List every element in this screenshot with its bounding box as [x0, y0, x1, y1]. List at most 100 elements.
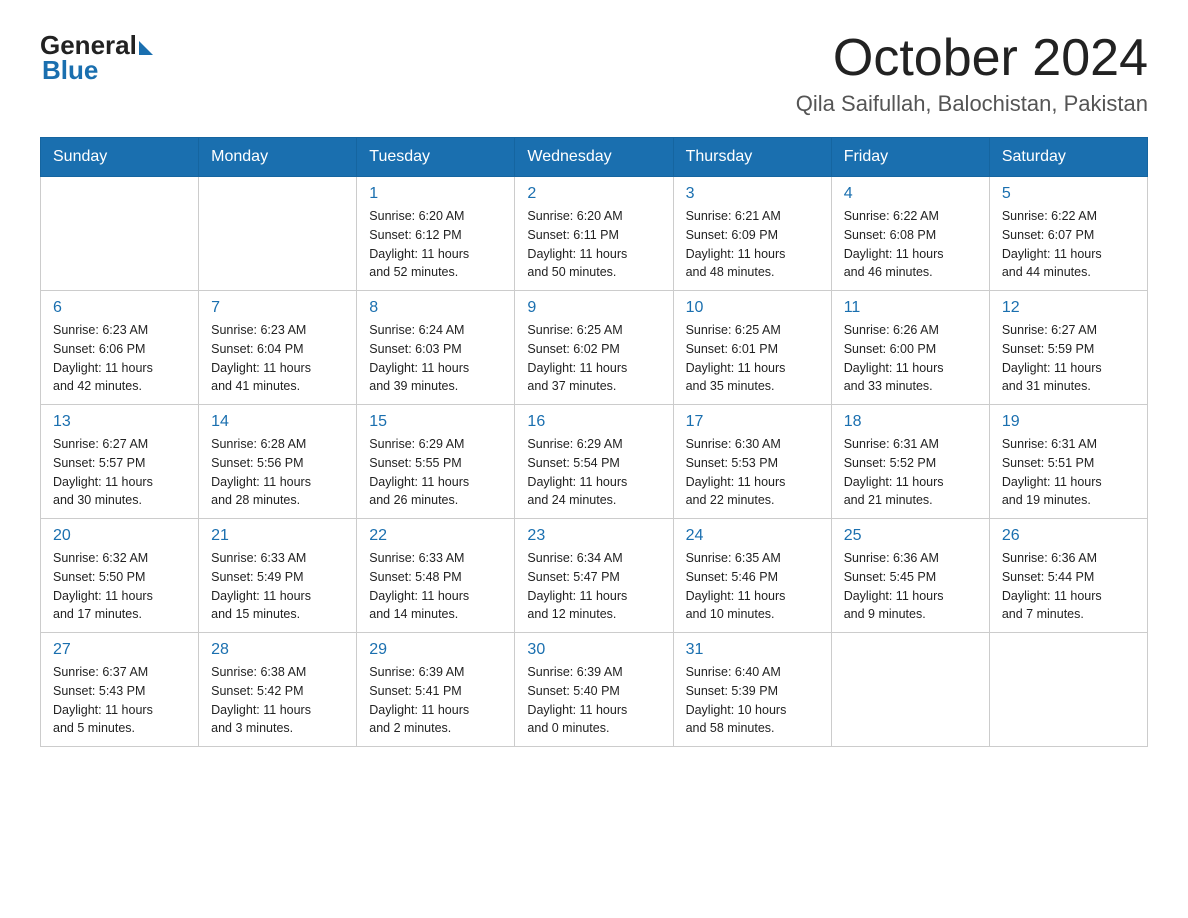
calendar-cell: 7 Sunrise: 6:23 AMSunset: 6:04 PMDaylight… [199, 291, 357, 405]
day-number: 21 [211, 527, 344, 545]
weekday-header-friday: Friday [831, 138, 989, 177]
calendar-cell: 17Sunrise: 6:30 AMSunset: 5:53 PMDayligh… [673, 405, 831, 519]
weekday-header-monday: Monday [199, 138, 357, 177]
day-info: Sunrise: 6:22 AMSunset: 6:08 PMDaylight:… [844, 207, 977, 282]
calendar-cell: 30 Sunrise: 6:39 AMSunset: 5:40 PMDayligh… [515, 633, 673, 747]
weekday-header-tuesday: Tuesday [357, 138, 515, 177]
month-title: October 2024 [796, 30, 1148, 87]
day-info: Sunrise: 6:33 AMSunset: 5:49 PMDaylight:… [211, 549, 344, 624]
calendar-cell [831, 633, 989, 747]
calendar-cell: 15 Sunrise: 6:29 AMSunset: 5:55 PMDayligh… [357, 405, 515, 519]
calendar-cell: 6 Sunrise: 6:23 AMSunset: 6:06 PMDaylight… [41, 291, 199, 405]
day-number: 30 [527, 641, 660, 659]
calendar-cell: 21 Sunrise: 6:33 AMSunset: 5:49 PMDayligh… [199, 519, 357, 633]
day-number: 28 [211, 641, 344, 659]
day-number: 22 [369, 527, 502, 545]
day-number: 15 [369, 413, 502, 431]
day-number: 1 [369, 185, 502, 203]
calendar-cell: 22Sunrise: 6:33 AMSunset: 5:48 PMDayligh… [357, 519, 515, 633]
calendar-cell: 9 Sunrise: 6:25 AMSunset: 6:02 PMDaylight… [515, 291, 673, 405]
calendar-week-2: 6 Sunrise: 6:23 AMSunset: 6:06 PMDaylight… [41, 291, 1148, 405]
day-number: 17 [686, 413, 819, 431]
day-info: Sunrise: 6:29 AMSunset: 5:54 PMDaylight:… [527, 435, 660, 510]
calendar-cell [199, 177, 357, 291]
weekday-header-row: SundayMondayTuesdayWednesdayThursdayFrid… [41, 138, 1148, 177]
day-number: 12 [1002, 299, 1135, 317]
calendar-cell: 20 Sunrise: 6:32 AMSunset: 5:50 PMDayligh… [41, 519, 199, 633]
day-number: 23 [527, 527, 660, 545]
day-info: Sunrise: 6:20 AMSunset: 6:11 PMDaylight:… [527, 207, 660, 282]
day-info: Sunrise: 6:34 AMSunset: 5:47 PMDaylight:… [527, 549, 660, 624]
day-info: Sunrise: 6:27 AMSunset: 5:57 PMDaylight:… [53, 435, 186, 510]
day-number: 27 [53, 641, 186, 659]
logo-triangle-icon [139, 41, 153, 55]
day-number: 20 [53, 527, 186, 545]
calendar-table: SundayMondayTuesdayWednesdayThursdayFrid… [40, 137, 1148, 747]
day-number: 24 [686, 527, 819, 545]
calendar-cell: 14 Sunrise: 6:28 AMSunset: 5:56 PMDayligh… [199, 405, 357, 519]
calendar-week-1: 1 Sunrise: 6:20 AMSunset: 6:12 PMDaylight… [41, 177, 1148, 291]
day-info: Sunrise: 6:28 AMSunset: 5:56 PMDaylight:… [211, 435, 344, 510]
day-number: 11 [844, 299, 977, 317]
calendar-cell [989, 633, 1147, 747]
logo-blue-text: Blue [42, 55, 98, 86]
day-number: 4 [844, 185, 977, 203]
location-title: Qila Saifullah, Balochistan, Pakistan [796, 91, 1148, 117]
day-info: Sunrise: 6:39 AMSunset: 5:41 PMDaylight:… [369, 663, 502, 738]
calendar-cell: 1 Sunrise: 6:20 AMSunset: 6:12 PMDaylight… [357, 177, 515, 291]
day-number: 3 [686, 185, 819, 203]
weekday-header-thursday: Thursday [673, 138, 831, 177]
calendar-cell: 29 Sunrise: 6:39 AMSunset: 5:41 PMDayligh… [357, 633, 515, 747]
day-info: Sunrise: 6:27 AMSunset: 5:59 PMDaylight:… [1002, 321, 1135, 396]
calendar-cell: 5Sunrise: 6:22 AMSunset: 6:07 PMDaylight… [989, 177, 1147, 291]
calendar-cell: 23 Sunrise: 6:34 AMSunset: 5:47 PMDayligh… [515, 519, 673, 633]
day-number: 6 [53, 299, 186, 317]
calendar-cell: 18Sunrise: 6:31 AMSunset: 5:52 PMDayligh… [831, 405, 989, 519]
calendar-cell [41, 177, 199, 291]
page-header: General Blue October 2024 Qila Saifullah… [40, 30, 1148, 117]
day-number: 10 [686, 299, 819, 317]
day-number: 26 [1002, 527, 1135, 545]
calendar-cell: 12 Sunrise: 6:27 AMSunset: 5:59 PMDayligh… [989, 291, 1147, 405]
day-info: Sunrise: 6:25 AMSunset: 6:02 PMDaylight:… [527, 321, 660, 396]
weekday-header-saturday: Saturday [989, 138, 1147, 177]
day-info: Sunrise: 6:35 AMSunset: 5:46 PMDaylight:… [686, 549, 819, 624]
calendar-week-5: 27 Sunrise: 6:37 AMSunset: 5:43 PMDayligh… [41, 633, 1148, 747]
calendar-cell: 27 Sunrise: 6:37 AMSunset: 5:43 PMDayligh… [41, 633, 199, 747]
day-info: Sunrise: 6:39 AMSunset: 5:40 PMDaylight:… [527, 663, 660, 738]
day-info: Sunrise: 6:29 AMSunset: 5:55 PMDaylight:… [369, 435, 502, 510]
day-info: Sunrise: 6:31 AMSunset: 5:52 PMDaylight:… [844, 435, 977, 510]
weekday-header-wednesday: Wednesday [515, 138, 673, 177]
calendar-cell: 10 Sunrise: 6:25 AMSunset: 6:01 PMDayligh… [673, 291, 831, 405]
day-info: Sunrise: 6:23 AMSunset: 6:06 PMDaylight:… [53, 321, 186, 396]
day-info: Sunrise: 6:38 AMSunset: 5:42 PMDaylight:… [211, 663, 344, 738]
day-number: 31 [686, 641, 819, 659]
day-info: Sunrise: 6:37 AMSunset: 5:43 PMDaylight:… [53, 663, 186, 738]
calendar-cell: 2Sunrise: 6:20 AMSunset: 6:11 PMDaylight… [515, 177, 673, 291]
day-info: Sunrise: 6:31 AMSunset: 5:51 PMDaylight:… [1002, 435, 1135, 510]
title-section: October 2024 Qila Saifullah, Balochistan… [796, 30, 1148, 117]
day-info: Sunrise: 6:21 AMSunset: 6:09 PMDaylight:… [686, 207, 819, 282]
calendar-week-3: 13Sunrise: 6:27 AMSunset: 5:57 PMDayligh… [41, 405, 1148, 519]
calendar-cell: 3 Sunrise: 6:21 AMSunset: 6:09 PMDaylight… [673, 177, 831, 291]
day-info: Sunrise: 6:36 AMSunset: 5:44 PMDaylight:… [1002, 549, 1135, 624]
calendar-cell: 16 Sunrise: 6:29 AMSunset: 5:54 PMDayligh… [515, 405, 673, 519]
calendar-cell: 25Sunrise: 6:36 AMSunset: 5:45 PMDayligh… [831, 519, 989, 633]
day-number: 29 [369, 641, 502, 659]
day-number: 19 [1002, 413, 1135, 431]
day-number: 14 [211, 413, 344, 431]
day-info: Sunrise: 6:25 AMSunset: 6:01 PMDaylight:… [686, 321, 819, 396]
day-info: Sunrise: 6:23 AMSunset: 6:04 PMDaylight:… [211, 321, 344, 396]
day-number: 16 [527, 413, 660, 431]
logo: General Blue [40, 30, 153, 86]
day-info: Sunrise: 6:36 AMSunset: 5:45 PMDaylight:… [844, 549, 977, 624]
day-number: 9 [527, 299, 660, 317]
day-info: Sunrise: 6:20 AMSunset: 6:12 PMDaylight:… [369, 207, 502, 282]
calendar-cell: 24 Sunrise: 6:35 AMSunset: 5:46 PMDayligh… [673, 519, 831, 633]
weekday-header-sunday: Sunday [41, 138, 199, 177]
calendar-cell: 11Sunrise: 6:26 AMSunset: 6:00 PMDayligh… [831, 291, 989, 405]
day-number: 7 [211, 299, 344, 317]
day-info: Sunrise: 6:32 AMSunset: 5:50 PMDaylight:… [53, 549, 186, 624]
calendar-cell: 4 Sunrise: 6:22 AMSunset: 6:08 PMDaylight… [831, 177, 989, 291]
calendar-cell: 28 Sunrise: 6:38 AMSunset: 5:42 PMDayligh… [199, 633, 357, 747]
